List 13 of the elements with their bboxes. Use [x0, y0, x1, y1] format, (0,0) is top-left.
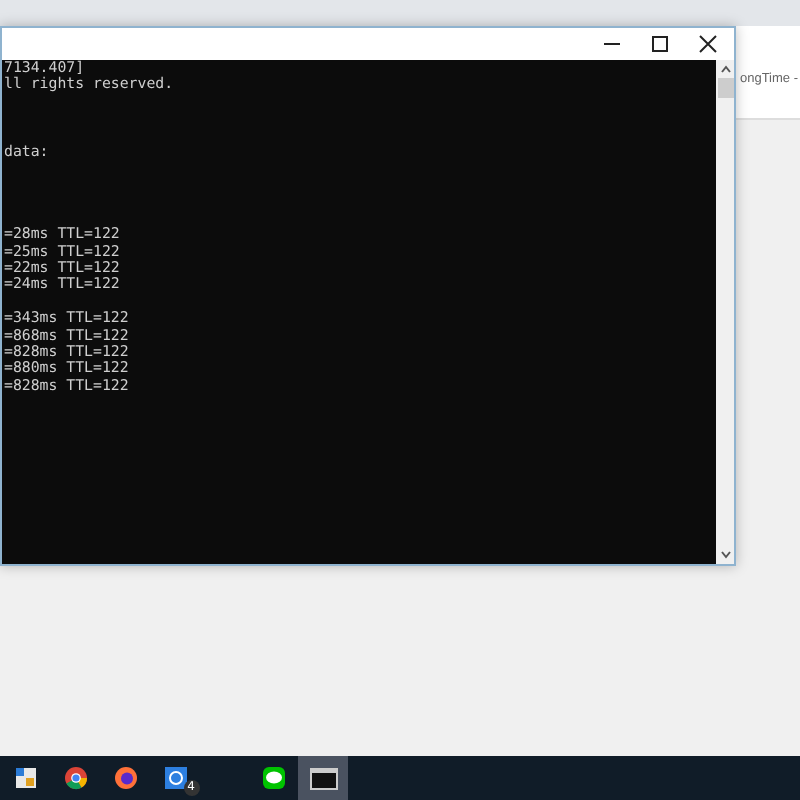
scrollbar[interactable] — [716, 60, 734, 564]
scroll-down-icon[interactable] — [719, 550, 731, 560]
maximize-icon[interactable] — [650, 34, 670, 54]
taskbar-button[interactable] — [298, 756, 348, 800]
close-icon[interactable] — [698, 34, 718, 54]
scroll-thumb[interactable] — [717, 78, 733, 98]
app-icon — [13, 766, 37, 790]
browser-icon — [63, 766, 87, 790]
chat-icon — [261, 766, 285, 790]
fox-browser-icon — [113, 766, 137, 790]
terminal-icon — [309, 767, 337, 789]
app-icon — [163, 766, 187, 790]
scroll-up-icon[interactable] — [719, 64, 731, 74]
